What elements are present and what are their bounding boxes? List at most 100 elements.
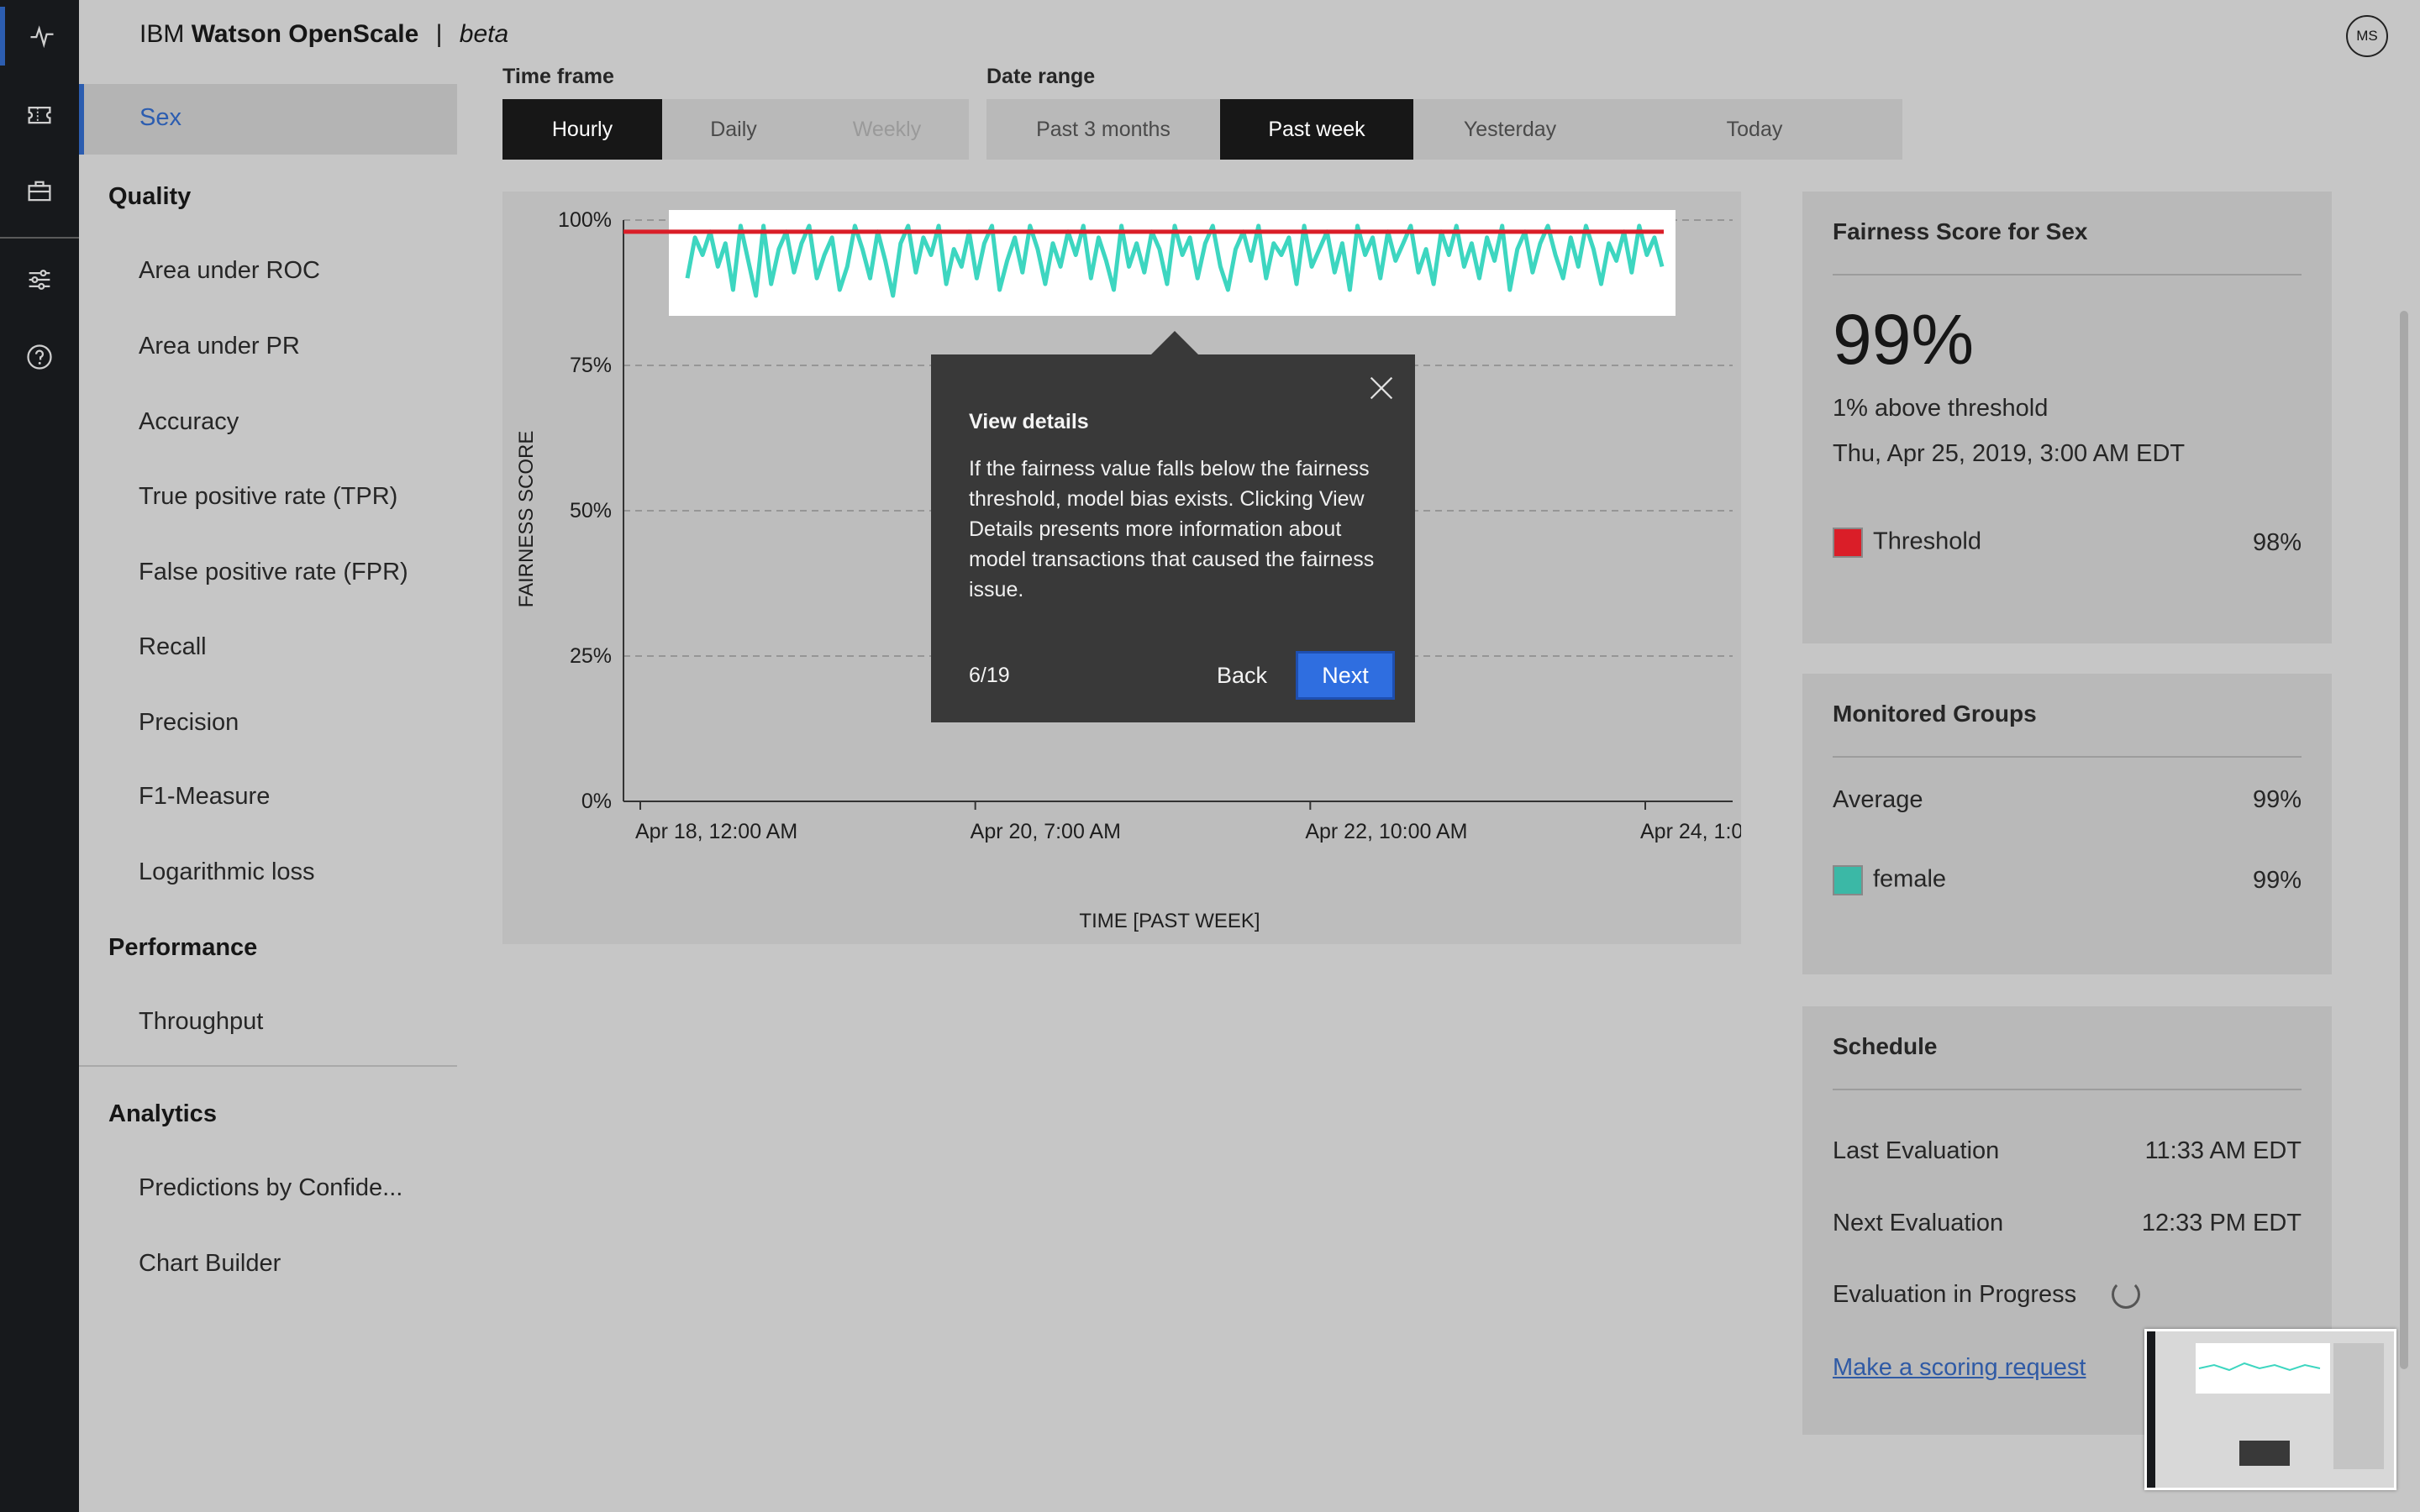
last-evaluation-row: Last Evaluation 11:33 AM EDT [1833,1137,2302,1165]
top-bar: IBM Watson OpenScale | beta MS [79,0,2420,74]
next-evaluation-label: Next Evaluation [1833,1210,2004,1236]
x-tick-label: Apr 24, 1:00 PM [1640,820,1741,843]
card-title: Schedule [1833,1033,1938,1059]
card-title: Monitored Groups [1833,701,2037,727]
female-swatch [1833,865,1863,895]
popover-step-counter: 6/19 [969,664,1010,687]
section-quality: Quality [108,183,192,210]
sidebar-item-throughput[interactable]: Throughput [139,1008,263,1036]
threshold-value: 98% [2252,528,2302,556]
ticket-icon[interactable] [0,85,79,144]
section-analytics: Analytics [108,1100,217,1127]
card-divider [1833,274,2302,276]
group-row-female: female 99% [1833,865,2302,895]
brand-prefix: IBM [139,20,185,48]
above-threshold-text: 1% above threshold [1833,395,2049,422]
average-label: Average [1833,786,1923,813]
threshold-swatch [1833,528,1863,558]
sidebar-item-precision[interactable]: Precision [139,709,239,737]
threshold-label: Threshold [1873,528,1981,555]
scoring-request-link[interactable]: Make a scoring request [1833,1354,2086,1382]
scrollbar[interactable] [2400,311,2408,1369]
group-legend: female [1833,865,1946,895]
last-evaluation-value: 11:33 AM EDT [2144,1137,2302,1164]
minimap-preview [2147,1331,2394,1488]
card-divider [1833,1089,2302,1090]
sidebar-item-area-under-pr[interactable]: Area under PR [139,333,300,360]
sidebar-item-fpr[interactable]: False positive rate (FPR) [139,559,408,586]
briefcase-icon[interactable] [0,162,79,221]
y-tick-label: 75% [570,354,612,377]
time-frame-label: Time frame [502,65,614,88]
evaluation-progress-label: Evaluation in Progress [1833,1280,2077,1308]
time-frame-weekly[interactable]: Weekly [805,99,969,160]
y-axis-title: FAIRNESS SCORE [515,431,538,608]
date-range-past-week[interactable]: Past week [1220,99,1413,160]
fairness-score-card: Fairness Score for Sex 99% 1% above thre… [1802,192,2332,643]
sidebar-item-accuracy[interactable]: Accuracy [139,408,239,436]
evaluation-progress-row: Evaluation in Progress [1833,1280,2302,1309]
date-range-past-3-months[interactable]: Past 3 months [986,99,1220,160]
date-range-switcher: Past 3 months Past week Yesterday Today [986,99,1902,160]
monitored-groups-card: Monitored Groups Average 99% female 99% [1802,674,2332,974]
popover-arrow [1151,331,1198,354]
brand-suffix: beta [459,20,509,48]
card-title: Fairness Score for Sex [1833,218,2088,244]
group-label: female [1873,865,1947,893]
sidebar-item-label: Sex [139,104,182,131]
brand-separator: | [435,20,443,48]
group-value: 99% [2252,866,2302,894]
popover-back-button[interactable]: Back [1217,655,1267,696]
next-evaluation-row: Next Evaluation 12:33 PM EDT [1833,1210,2302,1237]
fairness-score-value: 99% [1833,300,1975,379]
avatar[interactable]: MS [2346,15,2388,57]
help-icon[interactable] [0,328,79,386]
section-performance: Performance [108,934,258,961]
brand-name: Watson OpenScale [191,20,419,48]
average-row: Average 99% [1833,786,2302,814]
x-tick-label: Apr 22, 10:00 AM [1305,820,1467,843]
popover-title: View details [969,410,1089,433]
x-tick-label: Apr 18, 12:00 AM [635,820,797,843]
time-frame-hourly[interactable]: Hourly [502,99,662,160]
icon-rail [0,0,79,1512]
popover-body: If the fairness value falls below the fa… [969,457,1375,601]
date-range-label: Date range [986,65,1096,88]
date-range-today[interactable]: Today [1607,99,1902,160]
y-tick-label: 100% [558,208,612,232]
y-tick-label: 0% [581,790,612,813]
tour-popover: View details If the fairness value falls… [931,331,1415,722]
threshold-legend: Threshold [1833,528,1981,558]
time-frame-daily[interactable]: Daily [662,99,805,160]
popover-next-button[interactable]: Next [1296,651,1395,700]
sidebar-divider [79,1065,457,1067]
app-brand[interactable]: IBM Watson OpenScale | beta [139,20,508,49]
close-icon[interactable] [1366,373,1397,403]
rail-divider [0,237,79,239]
sidebar-item-log-loss[interactable]: Logarithmic loss [139,858,315,886]
score-timestamp: Thu, Apr 25, 2019, 3:00 AM EDT [1833,440,2186,467]
sidebar-item-area-under-roc[interactable]: Area under ROC [139,257,320,285]
time-frame-switcher: Hourly Daily Weekly [502,99,969,160]
minimap-thumbnail[interactable] [2144,1329,2396,1490]
average-value: 99% [2252,786,2302,813]
y-tick-label: 50% [570,499,612,522]
loading-spinner-icon [2112,1280,2141,1309]
last-evaluation-label: Last Evaluation [1833,1137,2000,1164]
x-axis-title: TIME [PAST WEEK] [1079,910,1260,932]
date-range-yesterday[interactable]: Yesterday [1413,99,1607,160]
y-tick-label: 25% [570,644,612,668]
sliders-icon[interactable] [0,250,79,309]
x-tick-label: Apr 20, 7:00 AM [971,820,1121,843]
sidebar-item-sex[interactable]: Sex [79,84,457,155]
sidebar-item-recall[interactable]: Recall [139,633,207,661]
sidebar: Sex Quality Area under ROC Area under PR… [79,74,457,1512]
activity-icon[interactable] [0,7,79,66]
card-divider [1833,756,2302,758]
sidebar-item-predictions-by-confidence[interactable]: Predictions by Confide... [139,1174,402,1202]
sidebar-item-f1-measure[interactable]: F1-Measure [139,783,270,811]
sidebar-item-chart-builder[interactable]: Chart Builder [139,1250,281,1278]
sidebar-item-tpr[interactable]: True positive rate (TPR) [139,483,397,511]
threshold-row: Threshold 98% [1833,528,2302,558]
next-evaluation-value: 12:33 PM EDT [2141,1210,2302,1236]
